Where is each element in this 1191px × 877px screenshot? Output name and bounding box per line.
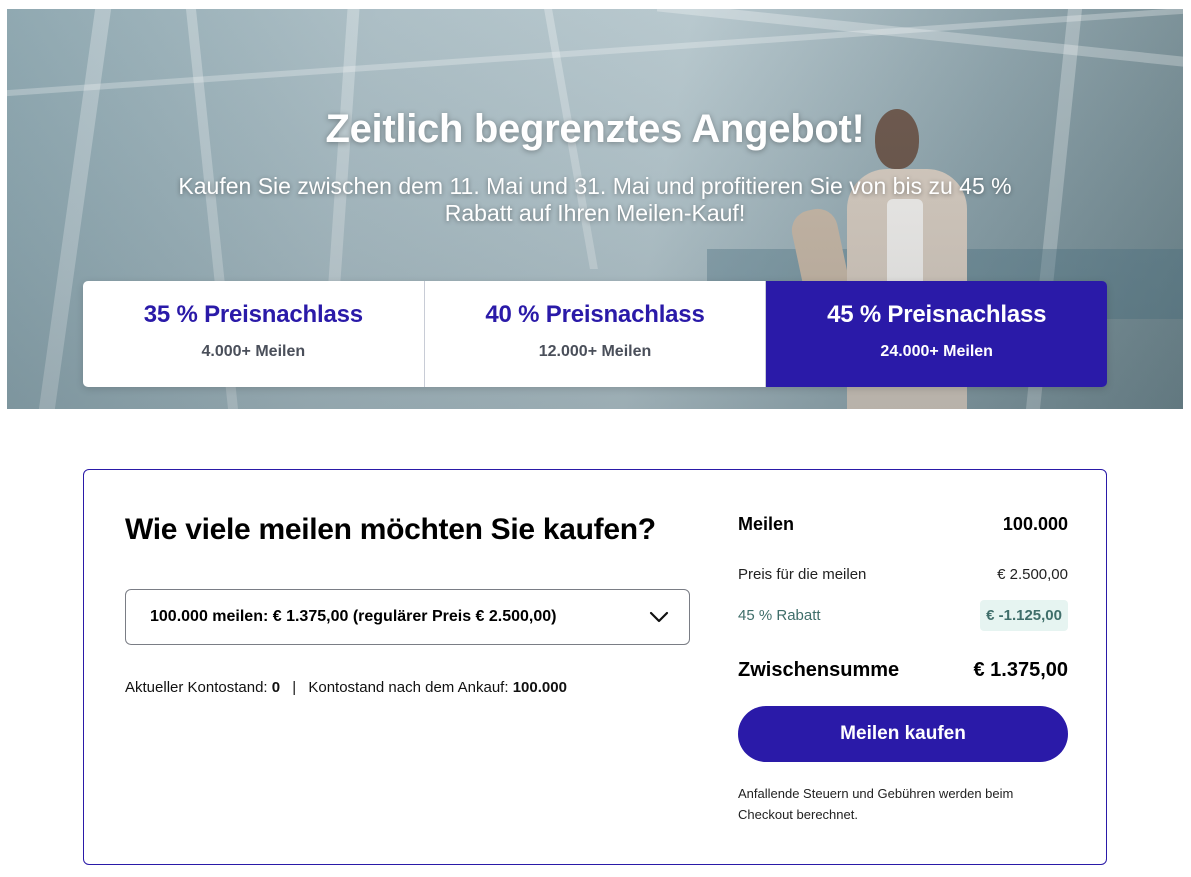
after-purchase-value: 100.000 bbox=[512, 679, 567, 696]
hero-title: Zeitlich begrenztes Angebot! bbox=[325, 107, 865, 151]
price-value: € 2.500,00 bbox=[997, 566, 1068, 583]
discount-tiers: 35 % Preisnachlass 4.000+ Meilen 40 % Pr… bbox=[83, 281, 1107, 387]
tier-title: 40 % Preisnachlass bbox=[485, 301, 705, 328]
tier-40[interactable]: 40 % Preisnachlass 12.000+ Meilen bbox=[424, 281, 767, 387]
discount-value: € -1.125,00 bbox=[980, 599, 1068, 631]
balance-value: 0 bbox=[271, 679, 281, 696]
after-purchase-label: Kontostand nach dem Ankauf: bbox=[308, 679, 509, 696]
tier-35[interactable]: 35 % Preisnachlass 4.000+ Meilen bbox=[83, 281, 425, 387]
select-value: 100.000 meilen: € 1.375,00 (regulärer Pr… bbox=[150, 608, 557, 625]
tax-note: Anfallende Steuern und Gebühren werden b… bbox=[738, 786, 1014, 822]
tier-45[interactable]: 45 % Preisnachlass 24.000+ Meilen bbox=[766, 281, 1107, 387]
summary-subtotal-row: Zwischensumme € 1.375,00 bbox=[738, 659, 1068, 682]
price-label: Preis für die meilen bbox=[738, 566, 867, 583]
tier-title: 35 % Preisnachlass bbox=[143, 301, 363, 328]
chevron-down-icon bbox=[649, 611, 669, 623]
miles-amount-select[interactable]: 100.000 meilen: € 1.375,00 (regulärer Pr… bbox=[125, 589, 690, 645]
purchase-card: Wie viele meilen möchten Sie kaufen? 100… bbox=[83, 469, 1107, 865]
tier-title: 45 % Preisnachlass bbox=[827, 301, 1047, 328]
purchase-title: Wie viele meilen möchten Sie kaufen? bbox=[125, 513, 656, 546]
summary-miles-row: Meilen 100.000 bbox=[738, 514, 1068, 535]
subtotal-label: Zwischensumme bbox=[738, 659, 900, 681]
tier-miles: 12.000+ Meilen bbox=[538, 343, 652, 360]
summary-discount-row: 45 % Rabatt € -1.125,00 bbox=[738, 598, 1068, 632]
subtotal-value: € 1.375,00 bbox=[973, 659, 1068, 681]
hero-subtitle: Kaufen Sie zwischen dem 11. Mai und 31. … bbox=[178, 173, 1012, 226]
balance-label: Aktueller Kontostand: bbox=[125, 679, 268, 696]
summary-price-row: Preis für die meilen € 2.500,00 bbox=[738, 566, 1068, 583]
order-summary: Meilen 100.000 Preis für die meilen € 2.… bbox=[738, 470, 1068, 866]
miles-label: Meilen bbox=[738, 514, 795, 534]
tier-miles: 24.000+ Meilen bbox=[880, 343, 993, 360]
tier-miles: 4.000+ Meilen bbox=[201, 343, 306, 360]
balance-info: Aktueller Kontostand: 0 | Kontostand nac… bbox=[125, 679, 567, 696]
buy-miles-button[interactable]: Meilen kaufen bbox=[738, 706, 1068, 762]
miles-value: 100.000 bbox=[1002, 514, 1068, 534]
discount-label: 45 % Rabatt bbox=[738, 606, 821, 624]
balance-separator: | bbox=[292, 679, 297, 696]
